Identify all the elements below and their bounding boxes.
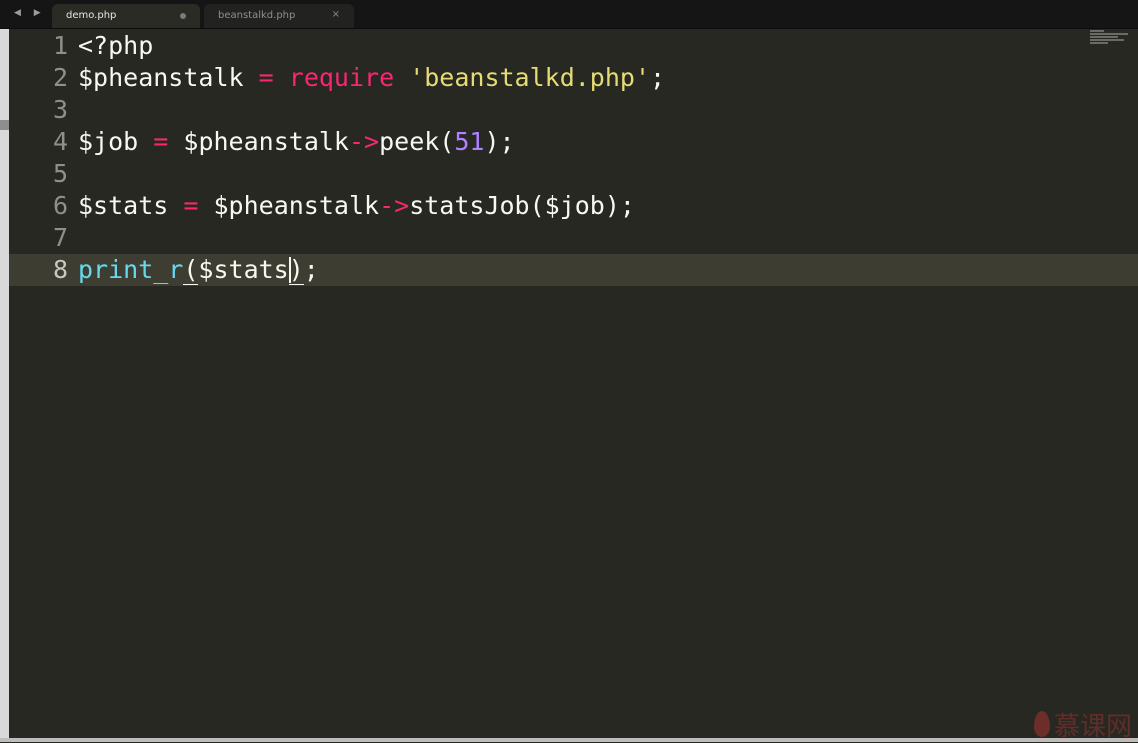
minimap-line: [1090, 30, 1104, 32]
code-line-6[interactable]: $stats = $pheanstalk->statsJob($job);: [78, 190, 635, 222]
variable: $stats: [198, 255, 289, 284]
code-line-4[interactable]: $job = $pheanstalk->peek(51);: [78, 126, 515, 158]
watermark-logo: 慕课网: [1033, 708, 1132, 742]
modified-dot-icon[interactable]: [180, 13, 186, 19]
variable: $pheanstalk: [78, 63, 244, 92]
minimap-line: [1090, 33, 1128, 35]
punctuation: ;: [650, 63, 666, 92]
operator: =: [183, 191, 199, 220]
method-call: peek(: [379, 127, 455, 156]
variable: $job: [78, 127, 139, 156]
minimap-line: [1090, 42, 1108, 44]
variable: $pheanstalk: [183, 127, 349, 156]
tab-beanstalkd-php[interactable]: beanstalkd.php ×: [204, 4, 354, 28]
window-edge: [0, 0, 9, 742]
arrow-operator: ->: [379, 191, 410, 220]
minimap-line: [1090, 39, 1124, 41]
line-number: 5: [52, 159, 68, 188]
status-bar: [0, 738, 1138, 742]
flame-icon: [1033, 711, 1050, 737]
edge-mark: [0, 120, 9, 130]
operator: =: [153, 127, 169, 156]
line-number: 3: [52, 95, 68, 124]
watermark-text: 慕课网: [1053, 711, 1132, 742]
variable: $stats: [78, 191, 169, 220]
code-line-1[interactable]: <?php: [78, 30, 153, 62]
php-open-tag: <?php: [78, 31, 154, 60]
open-paren: (: [183, 255, 199, 285]
line-number-current: 8: [52, 255, 68, 284]
tab-label: beanstalkd.php: [218, 10, 296, 21]
operator: =: [258, 63, 274, 92]
line-number: 6: [52, 191, 68, 220]
line-number: 7: [52, 223, 68, 252]
line-number: 2: [52, 63, 68, 92]
function-name: print_r: [78, 255, 184, 284]
tab-nav-arrows-icon[interactable]: ◀ ▶: [14, 8, 46, 18]
number-literal: 51: [454, 127, 485, 156]
minimap[interactable]: [1090, 30, 1130, 50]
close-icon[interactable]: ×: [332, 9, 340, 20]
punctuation: );: [484, 127, 515, 156]
minimap-line: [1090, 36, 1118, 38]
code-line-8[interactable]: print_r($stats);: [78, 254, 319, 286]
variable: $pheanstalk: [213, 191, 380, 220]
punctuation: ;: [303, 255, 319, 284]
tab-bar: ◀ ▶ demo.php beanstalkd.php ×: [0, 0, 1138, 29]
tab-label: demo.php: [66, 10, 117, 21]
string-literal: 'beanstalkd.php': [409, 63, 651, 92]
arrow-operator: ->: [348, 127, 380, 156]
line-number: 1: [52, 31, 68, 60]
method-call: statsJob($job);: [409, 191, 635, 220]
code-line-2[interactable]: $pheanstalk = require 'beanstalkd.php';: [78, 62, 665, 94]
close-paren: ): [288, 255, 304, 285]
line-number: 4: [52, 127, 68, 156]
keyword: require: [288, 63, 395, 92]
tab-demo-php[interactable]: demo.php: [52, 4, 200, 28]
